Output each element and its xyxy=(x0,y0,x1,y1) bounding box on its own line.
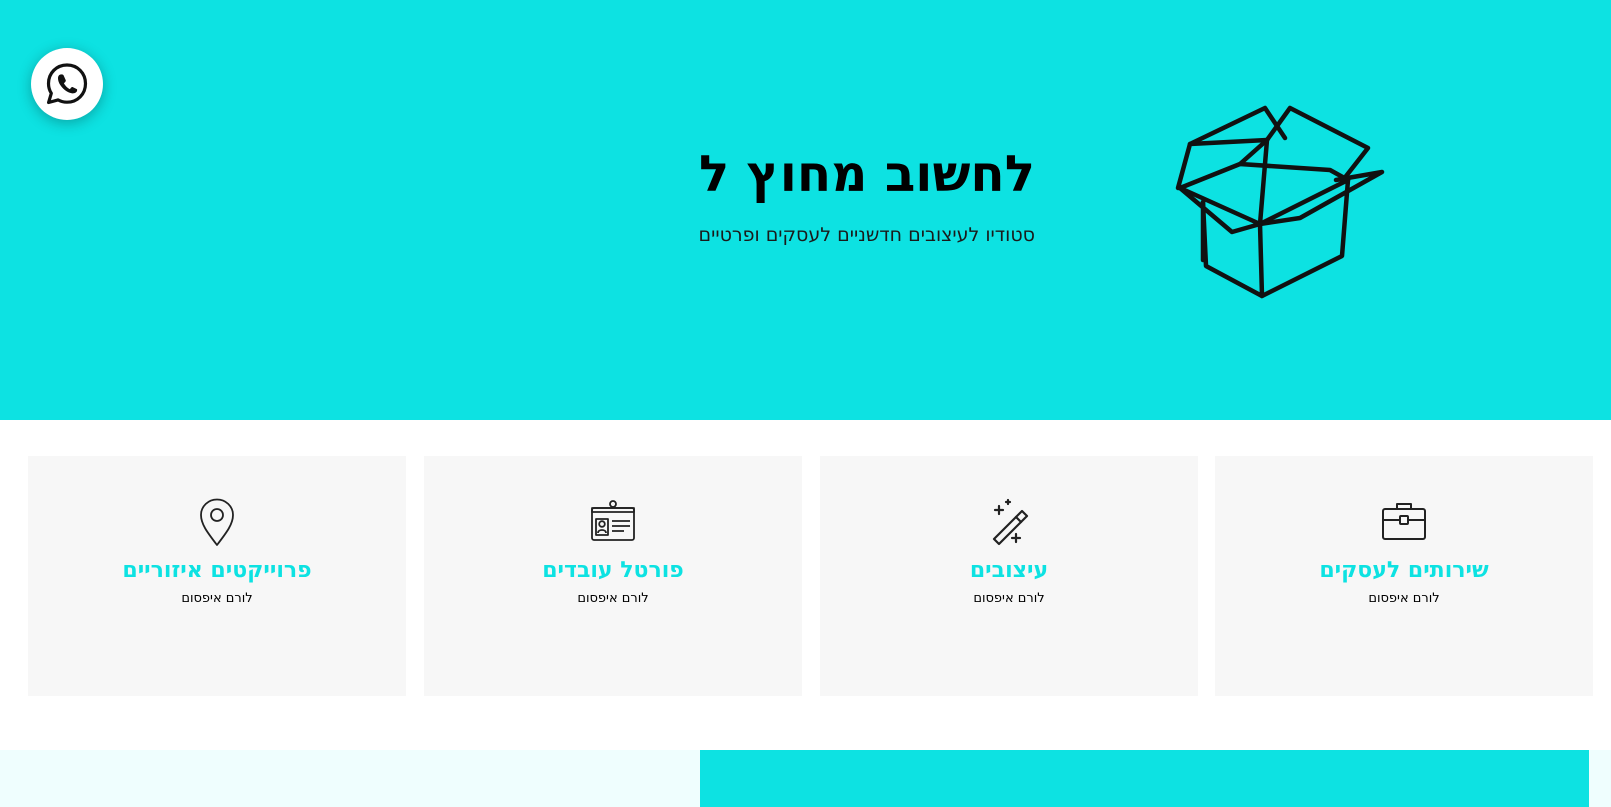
card-title: שירותים לעסקים xyxy=(1319,558,1489,583)
whatsapp-icon xyxy=(46,63,88,105)
hero-section: לחשוב מחוץ ל סטודיו לעיצובים חדשניים לעס… xyxy=(0,0,1611,420)
card-text: לורם איפסום xyxy=(577,591,649,606)
card-text: לורם איפסום xyxy=(181,591,253,606)
hero-subtitle: סטודיו לעיצובים חדשניים לעסקים ופרטיים xyxy=(698,224,1035,246)
card-title: פרוייקטים איזוריים xyxy=(122,558,312,583)
whatsapp-button[interactable] xyxy=(31,48,103,120)
card-employee-portal[interactable]: פורטל עובדים לורם איפסום xyxy=(424,456,802,696)
bottom-section-accent-block xyxy=(700,750,1589,807)
card-title: פורטל עובדים xyxy=(542,558,684,583)
card-designs[interactable]: עיצובים לורם איפסום xyxy=(820,456,1198,696)
briefcase-icon xyxy=(1382,503,1426,540)
magic-wand-icon xyxy=(992,498,1029,546)
hero-title: לחשוב מחוץ ל xyxy=(699,145,1035,203)
location-pin-icon xyxy=(200,498,234,546)
open-box-icon xyxy=(1175,105,1385,299)
card-regional-projects[interactable]: פרוייקטים איזוריים לורם איפסום xyxy=(28,456,406,696)
card-text: לורם איפסום xyxy=(1368,591,1440,606)
card-text: לורם איפסום xyxy=(973,591,1045,606)
card-title: עיצובים xyxy=(969,558,1049,583)
id-card-icon xyxy=(591,500,635,541)
card-business-services[interactable]: שירותים לעסקים לורם איפסום xyxy=(1215,456,1593,696)
